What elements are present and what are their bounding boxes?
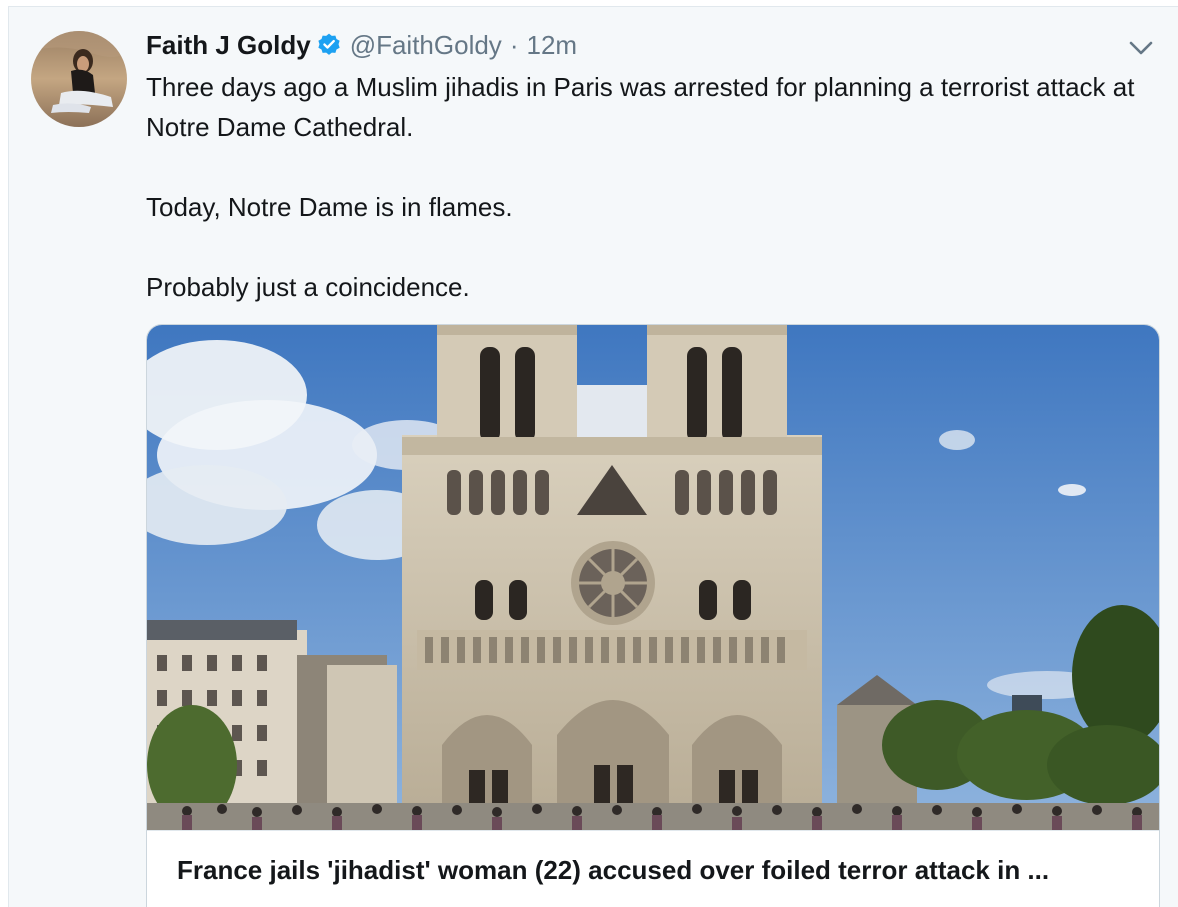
author-name[interactable]: Faith J Goldy — [146, 30, 311, 61]
separator-dot: · — [509, 29, 519, 60]
tweet-paragraph: Today, Notre Dame is in flames. — [146, 192, 513, 222]
author-handle[interactable]: @FaithGoldy — [350, 30, 502, 61]
tweet-paragraph: Probably just a coincidence. — [146, 272, 470, 302]
timestamp[interactable]: 12m — [526, 30, 577, 61]
tweet[interactable]: Faith J Goldy @FaithGoldy · 12m Three da… — [8, 6, 1178, 907]
avatar[interactable] — [31, 31, 127, 127]
link-card[interactable]: France jails 'jihadist' woman (22) accus… — [146, 324, 1160, 907]
card-divider — [147, 830, 1159, 831]
chevron-down-icon[interactable] — [1127, 37, 1155, 59]
card-title[interactable]: France jails 'jihadist' woman (22) accus… — [177, 855, 1137, 886]
verified-badge-icon — [318, 33, 340, 55]
card-image — [147, 325, 1159, 830]
tweet-paragraph: Three days ago a Muslim jihadis in Paris… — [146, 72, 1135, 142]
tweet-text: Three days ago a Muslim jihadis in Paris… — [146, 67, 1146, 307]
tweet-header: Faith J Goldy @FaithGoldy · 12m — [146, 27, 577, 63]
